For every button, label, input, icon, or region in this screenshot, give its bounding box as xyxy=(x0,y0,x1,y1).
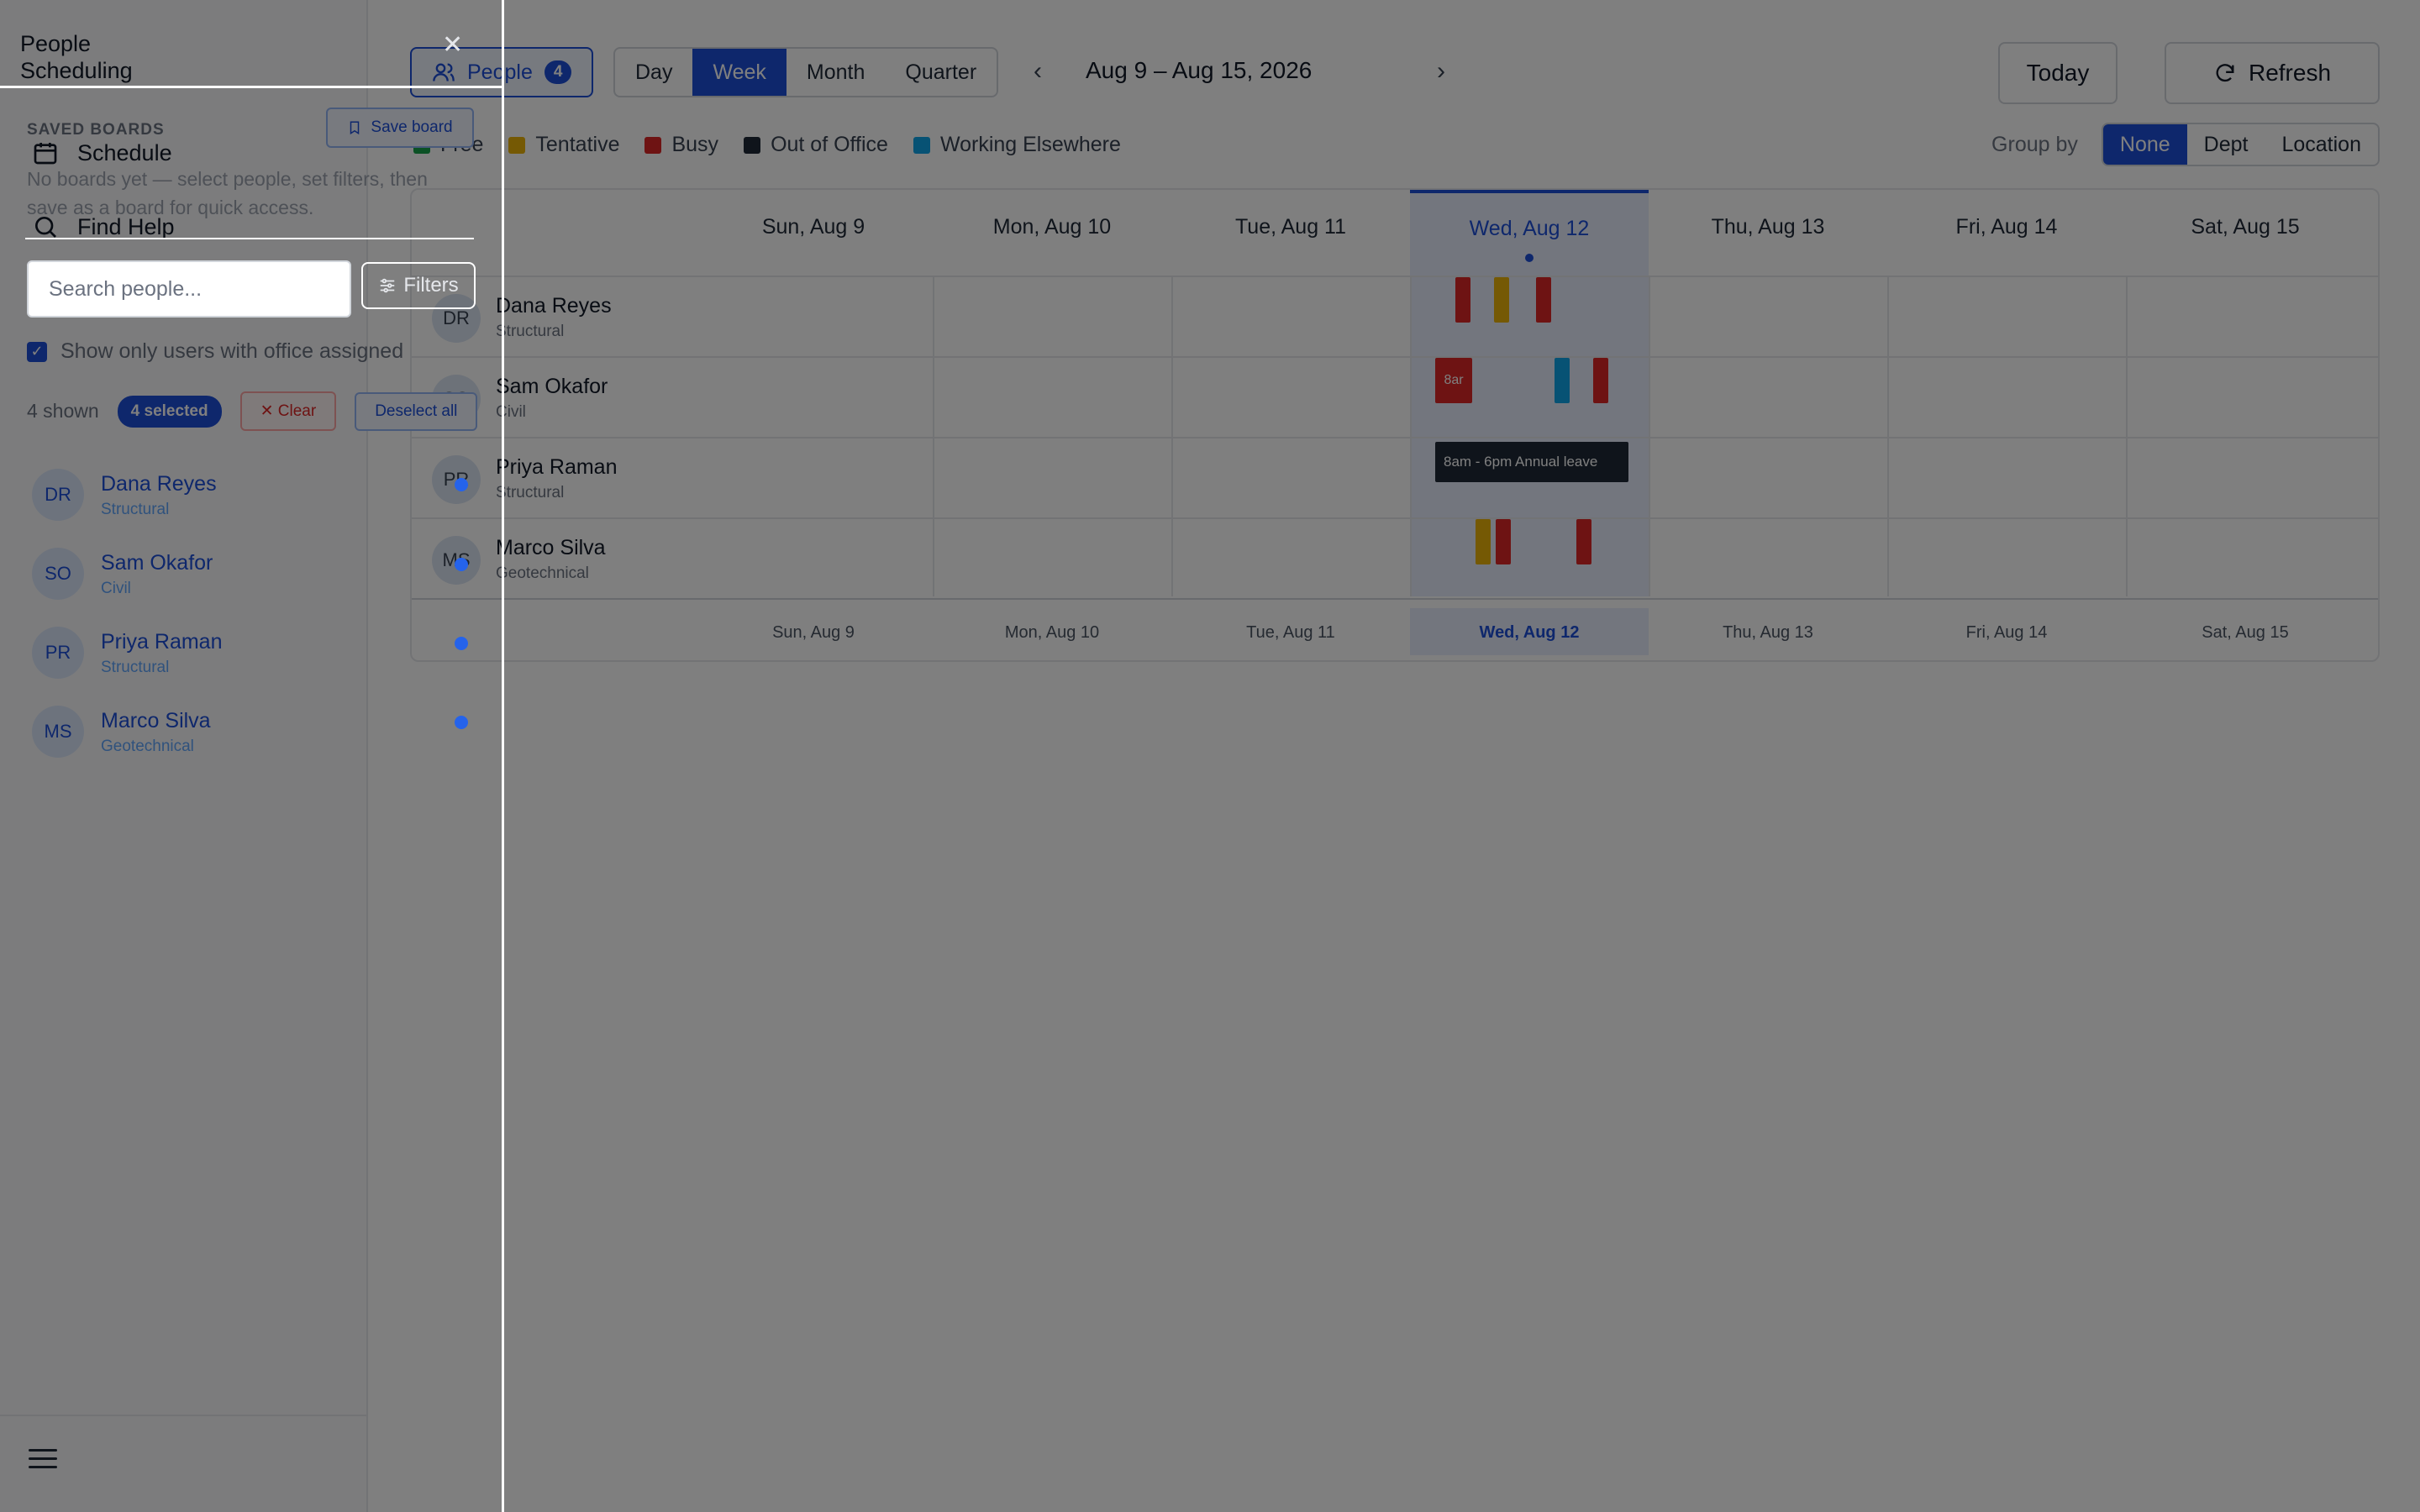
drawer-header-divider xyxy=(0,86,502,88)
filters-button[interactable]: Filters xyxy=(361,262,476,309)
search-placeholder: Search people... xyxy=(49,276,203,301)
search-input[interactable]: Search people... xyxy=(27,260,351,318)
drawer-edge xyxy=(502,0,504,1512)
close-icon[interactable]: ✕ xyxy=(442,30,463,60)
filters-label: Filters xyxy=(403,274,459,297)
modal-backdrop[interactable] xyxy=(0,0,2420,1512)
selection-dot xyxy=(455,478,468,491)
selection-dot xyxy=(455,558,468,571)
selection-dot xyxy=(455,716,468,729)
sliders-icon xyxy=(381,278,395,293)
help-underline xyxy=(25,238,474,239)
selection-dot xyxy=(455,637,468,650)
